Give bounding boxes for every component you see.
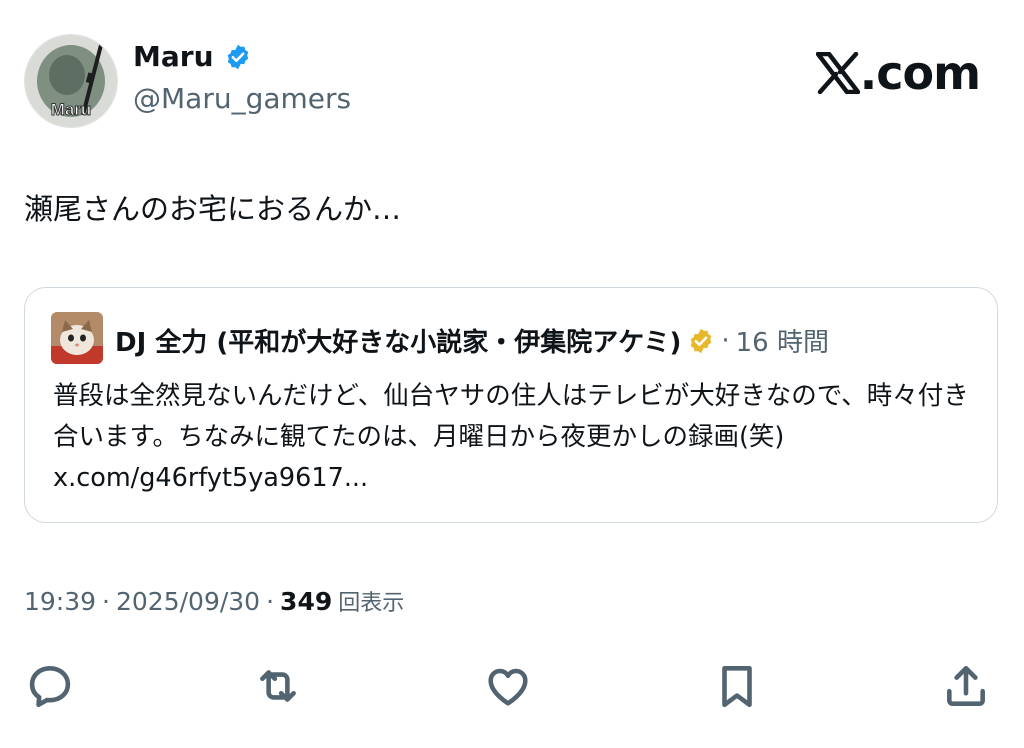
quoted-tweet-header: DJ 全力 (平和が大好きな小説家・伊集院アケミ) · 16 時間 xyxy=(115,322,829,359)
brand-domain-text: .com xyxy=(859,46,981,100)
tweet-text: 瀬尾さんのお宅におるんか… xyxy=(24,192,402,226)
heart-icon xyxy=(488,668,528,706)
avatar[interactable]: Maru xyxy=(24,34,118,128)
bookmark-button[interactable] xyxy=(709,658,765,714)
author-display-name[interactable]: Maru xyxy=(133,40,214,73)
share-button[interactable] xyxy=(938,658,994,714)
avatar-image: Maru xyxy=(25,35,117,127)
tweet-meta: 19:39 · 2025/09/30 · 349 回表示 xyxy=(24,585,404,617)
quoted-author-avatar[interactable] xyxy=(51,312,103,364)
repost-icon xyxy=(260,670,296,702)
quoted-tweet-body: 普段は全然見ないんだけど、仙台ヤサの住人はテレビが大好きなので、時々付き合います… xyxy=(53,376,983,499)
quoted-tweet-link[interactable]: x.com/g46rfyt5ya9617... xyxy=(53,463,368,493)
meta-separator: · xyxy=(102,587,110,616)
bookmark-icon xyxy=(722,666,752,708)
like-button[interactable] xyxy=(480,658,536,714)
quoted-tweet-card[interactable]: DJ 全力 (平和が大好きな小説家・伊集院アケミ) · 16 時間 普段は全然見… xyxy=(24,287,998,523)
verified-badge-icon xyxy=(227,44,248,69)
tweet-time[interactable]: 19:39 xyxy=(24,587,96,616)
gold-verified-badge-icon xyxy=(691,328,712,353)
action-bar xyxy=(0,658,1024,714)
meta-separator: · xyxy=(266,587,275,616)
author-name-row[interactable]: Maru xyxy=(133,40,252,73)
reply-button[interactable] xyxy=(22,658,78,714)
reply-icon xyxy=(29,666,71,708)
quoted-tweet-time[interactable]: 16 時間 xyxy=(736,322,829,359)
quoted-author-name[interactable]: DJ 全力 (平和が大好きな小説家・伊集院アケミ) xyxy=(115,322,681,359)
tweet-date[interactable]: 2025/09/30 xyxy=(116,587,260,616)
avatar-logo-text: Maru xyxy=(51,100,92,119)
views-count[interactable]: 349 xyxy=(280,587,332,616)
quoted-separator: · xyxy=(721,325,730,356)
share-icon xyxy=(947,666,985,706)
cat-avatar-image xyxy=(51,312,103,364)
author-handle[interactable]: @Maru_gamers xyxy=(133,82,351,115)
brand-logo: .com xyxy=(815,46,981,100)
repost-button[interactable] xyxy=(250,658,306,714)
x-logo-icon xyxy=(815,52,860,94)
views-label: 回表示 xyxy=(338,591,405,616)
quoted-tweet-text: 普段は全然見ないんだけど、仙台ヤサの住人はテレビが大好きなので、時々付き合います… xyxy=(53,381,969,452)
